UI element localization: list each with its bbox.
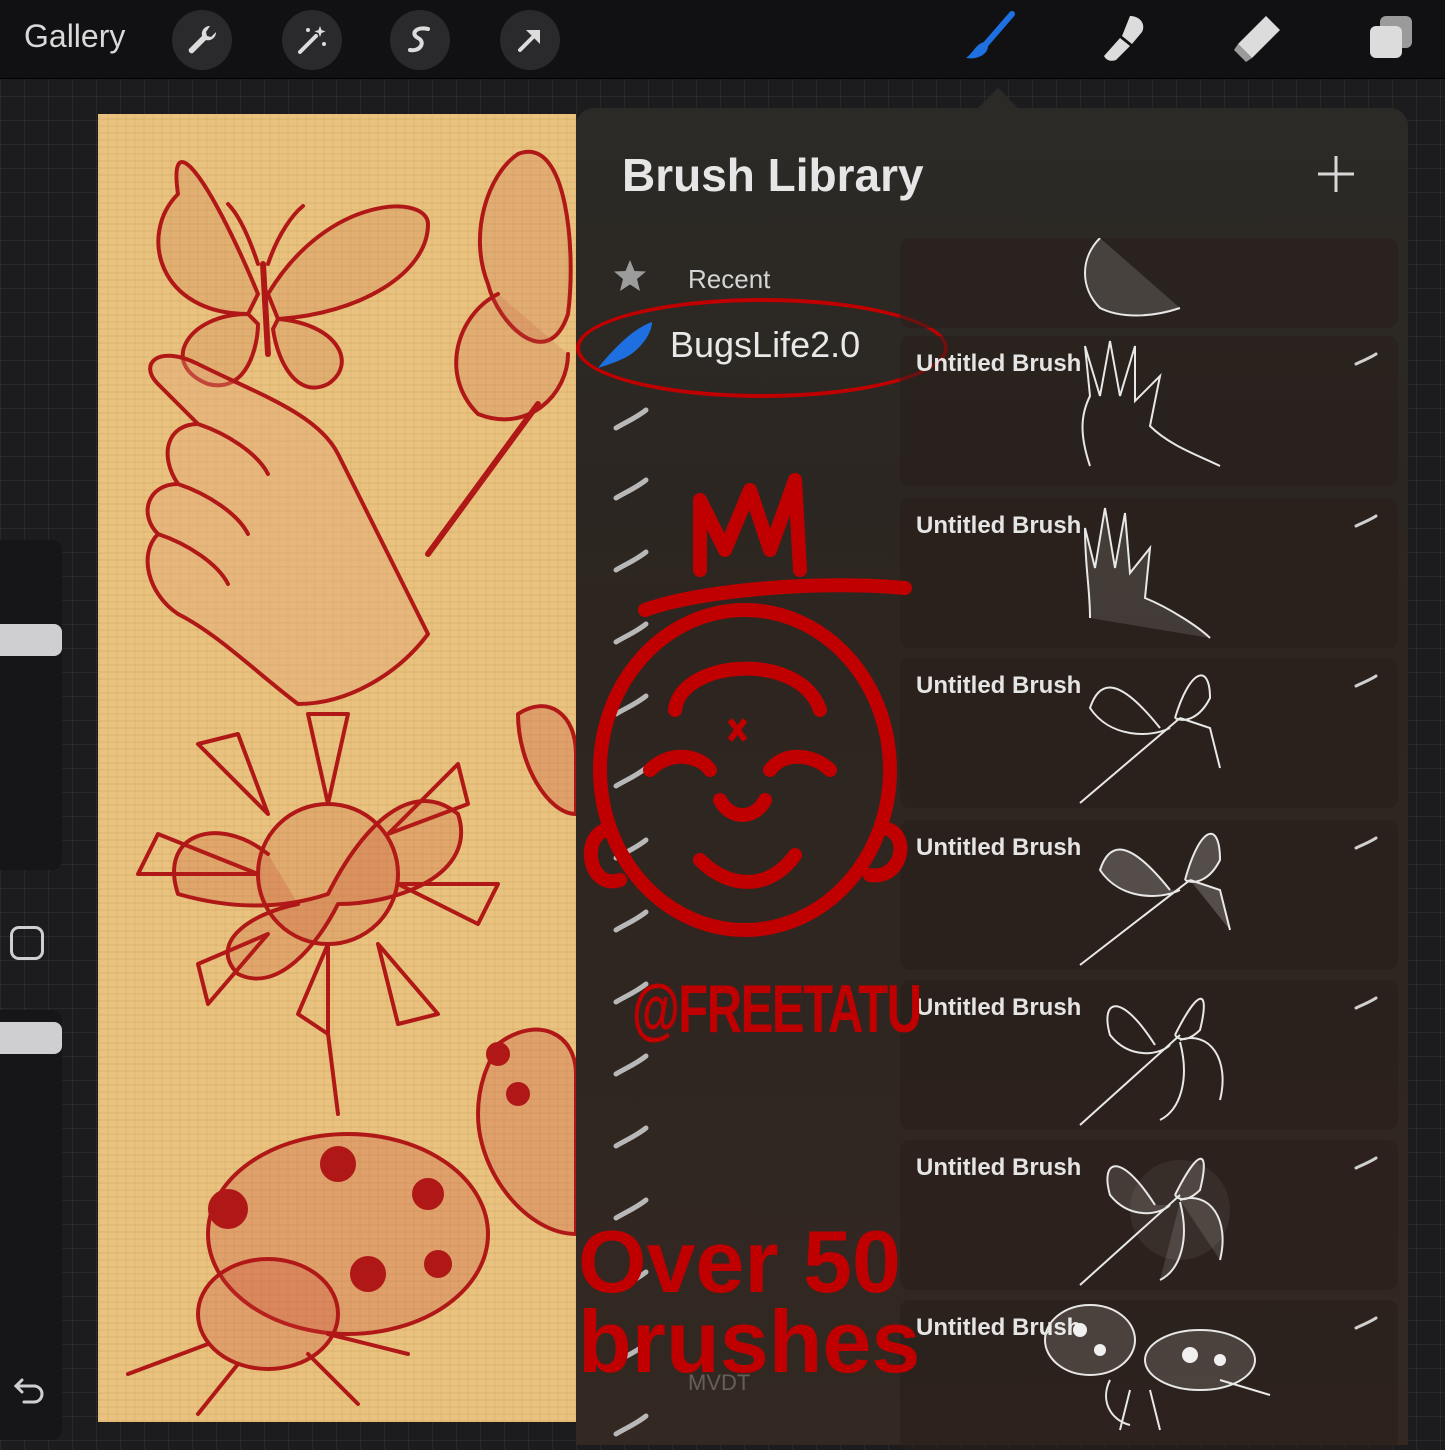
brush-set-label: Recent xyxy=(688,264,771,294)
dragonfly-partial-drawing xyxy=(425,149,576,1236)
brush-name: Untitled Brush xyxy=(916,672,1082,699)
brush-item[interactable]: Untitled Brush xyxy=(900,980,1398,1130)
promo-line-2: brushes xyxy=(578,1292,921,1391)
brush-item[interactable]: Untitled Brush xyxy=(900,1140,1398,1290)
freetatu-logo xyxy=(583,473,912,937)
left-sidebar xyxy=(0,540,64,1440)
brush-set-recent[interactable]: Recent xyxy=(606,258,906,298)
brush-stroke-icon xyxy=(1354,1156,1378,1170)
brush-size-handle[interactable] xyxy=(0,624,62,656)
promo-text: Over 50 brushes xyxy=(578,1212,921,1391)
brush-item[interactable]: Untitled Brush xyxy=(900,820,1398,970)
add-brush-set-button[interactable] xyxy=(1314,152,1358,196)
smudge-icon[interactable] xyxy=(1094,8,1154,68)
panel-pointer xyxy=(976,88,1020,110)
selection-icon[interactable] xyxy=(390,10,450,70)
transform-arrow-icon[interactable] xyxy=(500,10,560,70)
brush-name: Untitled Brush xyxy=(916,994,1082,1021)
highlight-oval xyxy=(576,298,948,398)
brush-preview-dragonfly-shaded xyxy=(1079,832,1231,966)
brush-size-slider[interactable] xyxy=(0,540,62,870)
brush-name: Untitled Brush xyxy=(916,834,1082,861)
freetatu-handle: @FREETATU xyxy=(632,971,922,1047)
hand-drawing xyxy=(145,353,430,706)
brush-preview-dragonfly-glow xyxy=(1079,1158,1230,1286)
tattoo-flash-artwork xyxy=(126,149,576,1416)
opacity-handle[interactable] xyxy=(0,1022,62,1054)
brush-item[interactable]: Untitled Brush xyxy=(900,336,1398,486)
top-toolbar: Gallery xyxy=(0,0,1445,79)
brush-stroke-icon xyxy=(1354,836,1378,850)
ladybug-drawing xyxy=(126,1132,490,1416)
brush-item[interactable]: Untitled Brush xyxy=(900,1300,1398,1450)
brush-stroke-icon xyxy=(1354,996,1378,1010)
star-icon xyxy=(612,258,648,299)
brush-preview-ladybug-flying xyxy=(1044,1304,1271,1431)
brush-stroke-icon xyxy=(1354,514,1378,528)
promo-line-1: Over 50 xyxy=(578,1212,901,1311)
brush-preview-open-hand xyxy=(1081,340,1221,467)
layers-icon[interactable] xyxy=(1360,8,1420,68)
eraser-icon[interactable] xyxy=(1226,8,1286,68)
modify-button[interactable] xyxy=(10,926,44,960)
brush-stroke-icon xyxy=(1354,1316,1378,1330)
brush-preview-dragonfly-lineart xyxy=(1079,674,1221,804)
brush-name: Untitled Brush xyxy=(916,512,1082,539)
gallery-button[interactable]: Gallery xyxy=(24,18,125,55)
brush-stroke-icon xyxy=(1354,352,1378,366)
wrench-icon[interactable] xyxy=(172,10,232,70)
brush-icon[interactable] xyxy=(960,8,1020,68)
brush-name: Untitled Brush xyxy=(916,350,1082,377)
brush-stroke-icon xyxy=(1354,674,1378,688)
undo-icon[interactable] xyxy=(12,1372,48,1413)
brush-preview-hand-side xyxy=(1084,507,1211,639)
brush-item[interactable] xyxy=(900,238,1398,328)
flower-drawing xyxy=(136,712,500,1116)
drawing-canvas[interactable] xyxy=(98,114,576,1422)
panel-title: Brush Library xyxy=(622,149,924,201)
brush-item[interactable]: Untitled Brush xyxy=(900,658,1398,808)
brush-name: Untitled Brush xyxy=(916,1154,1082,1181)
brush-preview-dragonfly-wings xyxy=(1079,998,1224,1126)
butterfly-drawing xyxy=(156,160,430,390)
brush-item[interactable]: Untitled Brush xyxy=(900,498,1398,648)
brush-preview-hand-touch xyxy=(1084,238,1181,317)
magic-wand-icon[interactable] xyxy=(282,10,342,70)
